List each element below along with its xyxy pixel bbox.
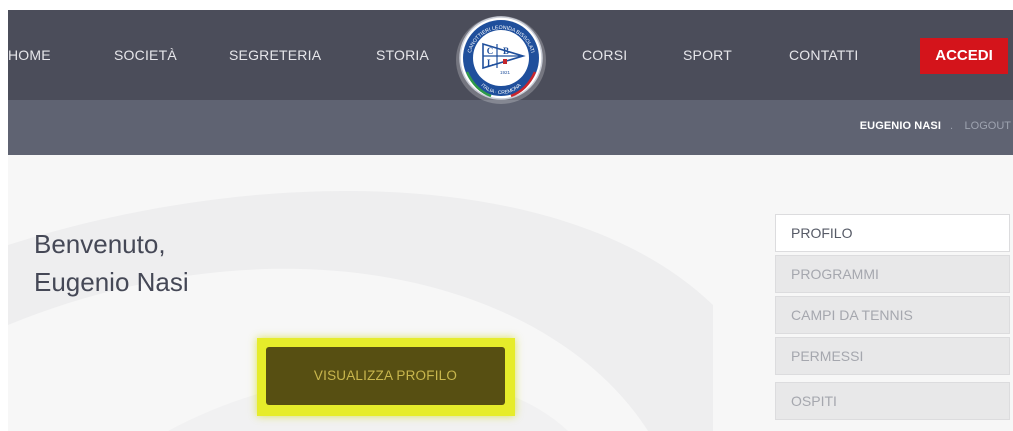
nav-item-storia[interactable]: STORIA bbox=[376, 47, 429, 63]
side-menu-item-profilo[interactable]: PROFILO bbox=[775, 214, 1010, 252]
nav-item-home[interactable]: HOME bbox=[8, 47, 51, 63]
side-menu-item-campi-da-tennis[interactable]: CAMPI DA TENNIS bbox=[775, 296, 1010, 334]
logo-year: 1921 bbox=[500, 70, 511, 75]
side-menu: PROFILO PROGRAMMI CAMPI DA TENNIS PERMES… bbox=[775, 214, 1010, 423]
nav-item-segreteria[interactable]: SEGRETERIA bbox=[229, 47, 321, 63]
login-button[interactable]: ACCEDI bbox=[920, 38, 1008, 74]
view-profile-button[interactable]: VISUALIZZA PROFILO bbox=[266, 347, 505, 405]
welcome-user-name: Eugenio Nasi bbox=[34, 267, 189, 297]
user-bar-separator: . bbox=[949, 120, 953, 132]
side-menu-item-programmi[interactable]: PROGRAMMI bbox=[775, 255, 1010, 293]
nav-item-corsi[interactable]: CORSI bbox=[582, 47, 627, 63]
club-logo[interactable]: CANOTTIERI LEONIDA BISSOLATI ITALIA · CR… bbox=[455, 10, 547, 110]
logout-link[interactable]: LOGOUT bbox=[965, 120, 1011, 132]
main-content: Benvenuto, Eugenio Nasi VISUALIZZA PROFI… bbox=[8, 155, 1013, 431]
logo-letter-l: L bbox=[487, 58, 493, 68]
welcome-line-1: Benvenuto, bbox=[34, 229, 166, 259]
cta-highlight: VISUALIZZA PROFILO bbox=[257, 338, 515, 416]
logo-emblem-icon bbox=[503, 59, 507, 64]
user-name: EUGENIO NASI bbox=[859, 120, 941, 132]
welcome-heading: Benvenuto, Eugenio Nasi bbox=[34, 225, 189, 301]
logo-letter-c: C bbox=[487, 46, 494, 56]
logo-letter-b: B bbox=[503, 46, 509, 56]
page-frame: HOME SOCIETÀ SEGRETERIA STORIA CORSI SPO… bbox=[8, 10, 1013, 431]
side-menu-item-ospiti[interactable]: OSPITI bbox=[775, 382, 1010, 420]
nav-item-contatti[interactable]: CONTATTI bbox=[789, 47, 859, 63]
nav-item-sport[interactable]: SPORT bbox=[683, 47, 732, 63]
side-menu-item-permessi[interactable]: PERMESSI bbox=[775, 337, 1010, 375]
nav-item-societa[interactable]: SOCIETÀ bbox=[114, 47, 177, 63]
